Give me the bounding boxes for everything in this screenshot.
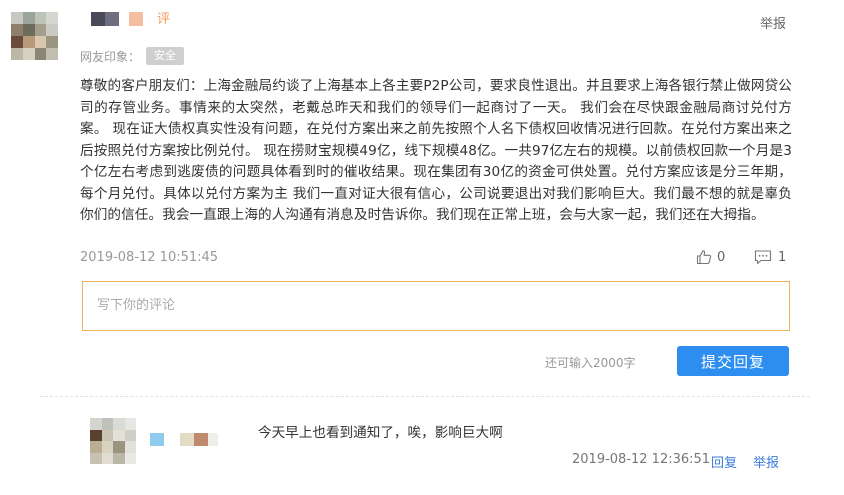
reply-count-button[interactable]: 1 <box>754 249 786 265</box>
char-counter: 还可输入2000字 <box>545 356 636 370</box>
reply-avatar[interactable] <box>90 418 136 464</box>
divider <box>40 396 810 397</box>
reply-count: 1 <box>778 249 787 265</box>
user-impression: 网友印象： 安全 <box>80 47 185 65</box>
like-count: 0 <box>717 249 726 265</box>
avatar[interactable] <box>11 12 58 60</box>
impression-badge: 安全 <box>146 47 185 65</box>
username-suffix: 评 <box>157 12 171 27</box>
username[interactable] <box>91 12 143 26</box>
comment-text: 尊敬的客户朋友们：上海金融局约谈了上海基本上各主要P2P公司，要求良性退出。并且… <box>80 78 792 223</box>
reply-link[interactable]: 回复 <box>711 452 737 471</box>
like-button[interactable]: 0 <box>696 249 725 265</box>
submit-reply-button[interactable]: 提交回复 <box>677 346 789 376</box>
comment-item: 评 举报 网友印象： 安全 尊敬的客户朋友们：上海金融局约谈了上海基本上各主要P… <box>0 0 844 380</box>
impression-label: 网友印象： <box>80 49 141 64</box>
reply-timestamp: 2019-08-12 12:36:51 <box>572 452 711 467</box>
comment-timestamp: 2019-08-12 10:51:45 <box>80 250 219 265</box>
reply-text: 今天早上也看到通知了，唉，影响巨大啊 <box>258 425 503 441</box>
reply-username[interactable] <box>150 433 218 446</box>
comment-input[interactable] <box>82 281 790 331</box>
report-link[interactable]: 举报 <box>760 13 786 32</box>
thumbs-up-icon <box>696 250 712 265</box>
comment-bubble-icon <box>754 250 772 265</box>
reply-report-link[interactable]: 举报 <box>753 452 779 471</box>
